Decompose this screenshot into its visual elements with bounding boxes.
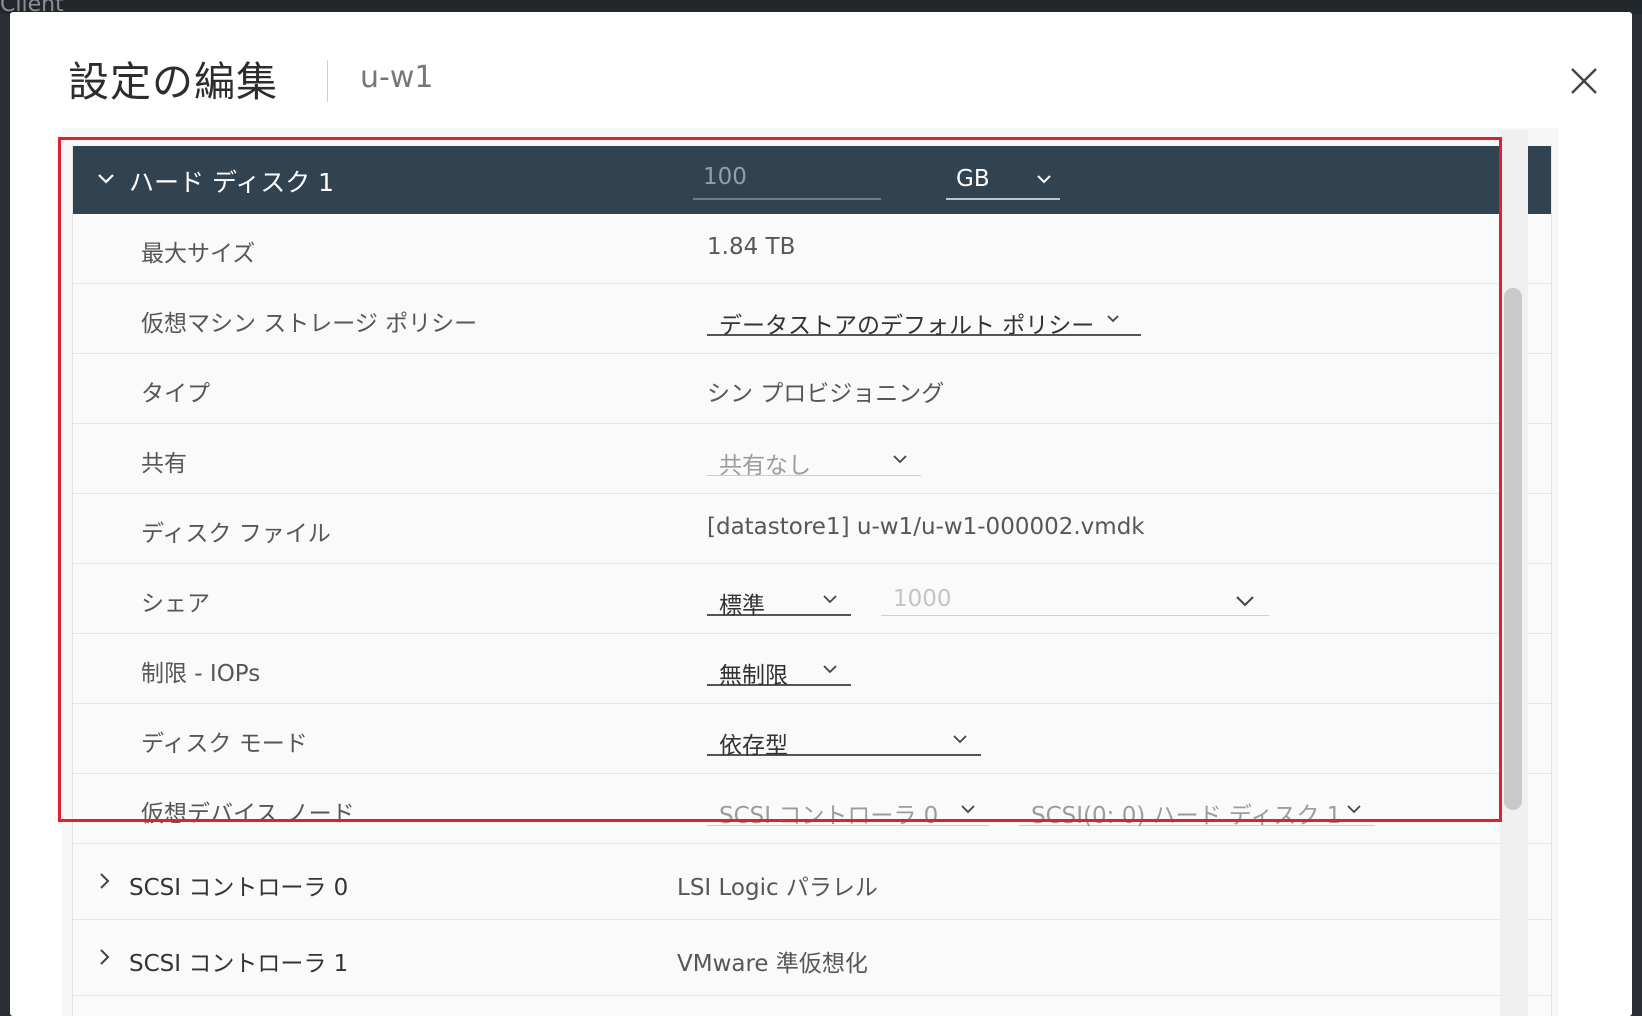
chevron-down-icon [823, 595, 837, 604]
dialog-content: ハード ディスク 1 100 GB 最大サイズ 1.84 TB 仮想マシン スト… [62, 128, 1558, 1016]
row-max-size: 最大サイズ 1.84 TB [73, 214, 1551, 284]
storage-policy-select[interactable]: データストアのデフォルト ポリシー [707, 294, 1141, 339]
device-node-value: SCSI(0: 0) ハード ディスク 1 [1031, 803, 1342, 829]
edit-settings-dialog: 設定の編集 u-w1 ハード ディスク 1 100 GB 最大サイズ 1.84 … [10, 12, 1632, 1016]
storage-policy-value: データストアのデフォルト ポリシー [719, 313, 1095, 339]
limit-iops-label: 制限 - IOPs [141, 661, 261, 687]
chevron-down-icon [1235, 595, 1255, 607]
shares-level-value: 標準 [719, 593, 765, 619]
scsi-controller-1-row[interactable]: SCSI コントローラ 1 VMware 準仮想化 [73, 920, 1551, 996]
shares-label: シェア [141, 591, 210, 617]
chevron-down-icon[interactable] [95, 168, 117, 190]
sharing-select[interactable]: 共有なし [707, 434, 921, 479]
row-device-node: 仮想デバイス ノード SCSI コントローラ 0 SCSI(0: 0) ハード … [73, 774, 1551, 844]
dialog-title: 設定の編集 [68, 58, 278, 106]
scrollbar-thumb[interactable] [1504, 288, 1522, 810]
disk-mode-label: ディスク モード [141, 731, 308, 757]
hardware-list: ハード ディスク 1 100 GB 最大サイズ 1.84 TB 仮想マシン スト… [72, 146, 1552, 1016]
row-storage-policy: 仮想マシン ストレージ ポリシー データストアのデフォルト ポリシー [73, 284, 1551, 354]
chevron-right-icon[interactable] [95, 948, 113, 966]
sharing-label: 共有 [141, 451, 187, 477]
chevron-down-icon [823, 665, 837, 674]
device-controller-value: SCSI コントローラ 0 [719, 803, 939, 829]
limit-iops-value: 無制限 [719, 663, 788, 689]
chevron-down-icon [893, 455, 907, 464]
scsi-controller-1-label: SCSI コントローラ 1 [129, 951, 349, 977]
disk-size-input[interactable]: 100 [693, 160, 881, 200]
type-label: タイプ [141, 381, 210, 407]
max-size-label: 最大サイズ [141, 241, 256, 267]
chevron-down-icon [961, 805, 975, 814]
close-button[interactable] [1565, 62, 1603, 100]
limit-iops-select[interactable]: 無制限 [707, 644, 851, 689]
scsi-controller-1-value: VMware 準仮想化 [677, 951, 868, 977]
device-node-select[interactable]: SCSI(0: 0) ハード ディスク 1 [1019, 784, 1375, 829]
dialog-subtitle: u-w1 [360, 60, 434, 95]
chevron-down-icon [1347, 805, 1361, 814]
storage-policy-label: 仮想マシン ストレージ ポリシー [141, 311, 478, 337]
disk-mode-select[interactable]: 依存型 [707, 714, 981, 759]
title-divider [327, 60, 328, 102]
device-node-label: 仮想デバイス ノード [141, 801, 355, 827]
disk-unit-select[interactable]: GB [946, 160, 1060, 200]
close-icon [1571, 68, 1597, 94]
max-size-value: 1.84 TB [707, 234, 796, 260]
type-value: シン プロビジョニング [707, 381, 945, 407]
disk-mode-value: 依存型 [719, 733, 788, 759]
disk-file-label: ディスク ファイル [141, 521, 331, 547]
scsi-controller-0-label: SCSI コントローラ 0 [129, 875, 349, 901]
chevron-right-icon[interactable] [95, 872, 113, 890]
sharing-value: 共有なし [719, 453, 811, 479]
dialog-header: 設定の編集 u-w1 [10, 12, 1632, 122]
disk-file-value: [datastore1] u-w1/u-w1-000002.vmdk [707, 514, 1145, 540]
device-controller-select[interactable]: SCSI コントローラ 0 [707, 784, 989, 829]
hard-disk-header[interactable]: ハード ディスク 1 100 GB [73, 146, 1551, 214]
disk-unit-value: GB [956, 166, 990, 192]
row-sharing: 共有 共有なし [73, 424, 1551, 494]
scsi-controller-0-row[interactable]: SCSI コントローラ 0 LSI Logic パラレル [73, 844, 1551, 920]
shares-amount-value: 1000 [893, 586, 952, 612]
row-limit-iops: 制限 - IOPs 無制限 [73, 634, 1551, 704]
row-shares: シェア 標準 1000 [73, 564, 1551, 634]
chevron-down-icon [1107, 315, 1119, 323]
row-disk-file: ディスク ファイル [datastore1] u-w1/u-w1-000002.… [73, 494, 1551, 564]
shares-level-select[interactable]: 標準 [707, 574, 851, 619]
hard-disk-title: ハード ディスク 1 [129, 168, 335, 197]
row-type: タイプ シン プロビジョニング [73, 354, 1551, 424]
shares-amount-select[interactable]: 1000 [881, 574, 1269, 616]
scsi-controller-0-value: LSI Logic パラレル [677, 875, 878, 901]
chevron-down-icon [953, 735, 967, 744]
chevron-down-icon [1036, 174, 1052, 184]
row-disk-mode: ディスク モード 依存型 [73, 704, 1551, 774]
